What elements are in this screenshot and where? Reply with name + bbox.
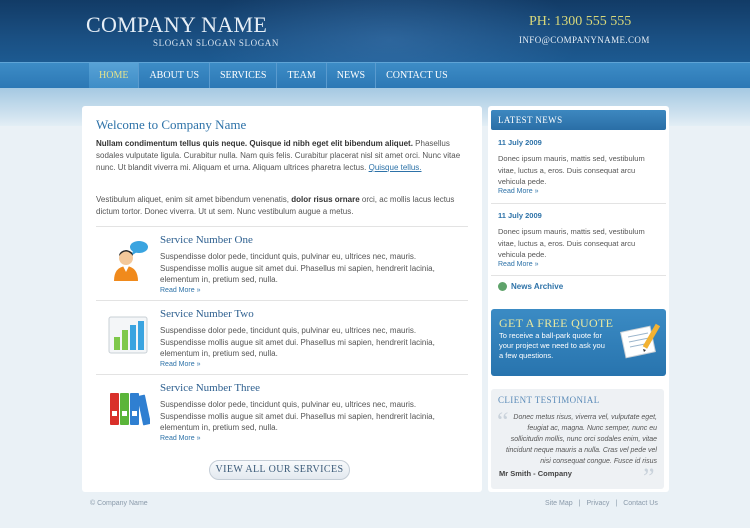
second-paragraph: Vestibulum aliquet, enim sit amet bibend…	[96, 194, 466, 218]
news-date[interactable]: 11 July 2009	[498, 211, 661, 220]
service-item: Service Number Two Suspendisse dolor ped…	[96, 300, 468, 374]
footer-copyright: © Company Name	[90, 500, 148, 507]
para2-start: Vestibulum aliquet, enim sit amet bibend…	[96, 195, 292, 204]
main-nav: HOME ABOUT US SERVICES TEAM NEWS CONTACT…	[0, 62, 750, 89]
archive-icon	[498, 282, 507, 292]
news-item: 11 July 2009 Donec ipsum mauris, mattis …	[498, 138, 661, 195]
footer-link-contact-us[interactable]: Contact Us	[623, 500, 658, 507]
news-divider	[491, 203, 666, 204]
footer-separator: |	[578, 500, 581, 507]
read-more-link[interactable]: Read More »	[498, 188, 661, 195]
intro-paragraph: Nullam condimentum tellus quis neque. Qu…	[96, 138, 466, 174]
testimonial-heading: CLIENT TESTIMONIAL	[498, 395, 600, 405]
email-link[interactable]: INFO@COMPANYNAME.COM	[519, 35, 650, 45]
sidebar: LATEST NEWS 11 July 2009 Donec ipsum mau…	[488, 106, 669, 492]
nav-item-news[interactable]: NEWS	[327, 63, 377, 89]
news-archive-label: News Archive	[511, 282, 564, 291]
service-description: Suspendisse dolor pede, tincidunt quis, …	[160, 326, 435, 358]
news-divider	[491, 275, 666, 276]
latest-news-heading: LATEST NEWS	[491, 110, 666, 130]
client-testimonial: CLIENT TESTIMONIAL “ Donec metus risus, …	[491, 389, 664, 492]
nav-item-home[interactable]: HOME	[89, 63, 140, 89]
testimonial-author: Mr Smith - Company	[499, 469, 572, 478]
nav-item-team[interactable]: TEAM	[277, 63, 327, 89]
site-header: COMPANY NAME SLOGAN SLOGAN SLOGAN PH: 13…	[0, 0, 750, 62]
para2-bold: dolor risus ornare	[291, 195, 360, 204]
testimonial-text: Donec metus risus, viverra vel, vulputat…	[506, 414, 657, 465]
intro-bold-text: Nullam condimentum tellus quis neque. Qu…	[96, 139, 413, 148]
news-date[interactable]: 11 July 2009	[498, 138, 661, 147]
intro-link[interactable]: Quisque tellus.	[369, 163, 422, 172]
bar-chart-icon	[106, 313, 150, 357]
nav-item-contact-us[interactable]: CONTACT US	[376, 63, 458, 89]
service-title[interactable]: Service Number Three	[160, 382, 260, 394]
document-pencil-icon	[619, 319, 663, 363]
company-slogan: SLOGAN SLOGAN SLOGAN	[153, 38, 280, 48]
footer-separator: |	[615, 500, 618, 507]
service-item: Service Number One Suspendisse dolor ped…	[96, 226, 468, 300]
footer-link-site-map[interactable]: Site Map	[545, 500, 573, 507]
company-logo-name[interactable]: COMPANY NAME	[86, 12, 267, 38]
service-description: Suspendisse dolor pede, tincidunt quis, …	[160, 252, 435, 284]
person-chat-icon	[106, 239, 150, 283]
footer-links: Site Map | Privacy | Contact Us	[545, 500, 658, 507]
binders-icon	[106, 387, 151, 431]
quote-title: GET A FREE QUOTE	[499, 316, 614, 330]
read-more-link[interactable]: Read More »	[160, 287, 200, 294]
nav-item-services[interactable]: SERVICES	[210, 63, 278, 89]
quote-text: To receive a ball-park quote for your pr…	[499, 331, 605, 360]
nav-item-about-us[interactable]: ABOUT US	[139, 63, 210, 89]
service-title[interactable]: Service Number Two	[160, 308, 254, 320]
read-more-link[interactable]: Read More »	[498, 261, 661, 268]
service-item: Service Number Three Suspendisse dolor p…	[96, 374, 468, 448]
footer-link-privacy[interactable]: Privacy	[586, 500, 609, 507]
news-item: 11 July 2009 Donec ipsum mauris, mattis …	[498, 211, 661, 268]
news-text: Donec ipsum mauris, mattis sed, vestibul…	[498, 227, 645, 259]
view-all-services-button[interactable]: VIEW ALL OUR SERVICES	[209, 460, 350, 480]
phone-number: PH: 1300 555 555	[529, 14, 632, 29]
service-description: Suspendisse dolor pede, tincidunt quis, …	[160, 400, 435, 432]
service-title[interactable]: Service Number One	[160, 234, 253, 246]
news-archive-link[interactable]: News Archive	[498, 282, 564, 292]
close-quote-icon: ”	[643, 463, 655, 492]
read-more-link[interactable]: Read More »	[160, 361, 200, 368]
page-title: Welcome to Company Name	[96, 117, 247, 132]
main-content: Welcome to Company Name Nullam condiment…	[82, 106, 482, 492]
free-quote-banner[interactable]: GET A FREE QUOTE To receive a ball-park …	[491, 309, 666, 376]
news-text: Donec ipsum mauris, mattis sed, vestibul…	[498, 154, 645, 186]
read-more-link[interactable]: Read More »	[160, 435, 200, 442]
